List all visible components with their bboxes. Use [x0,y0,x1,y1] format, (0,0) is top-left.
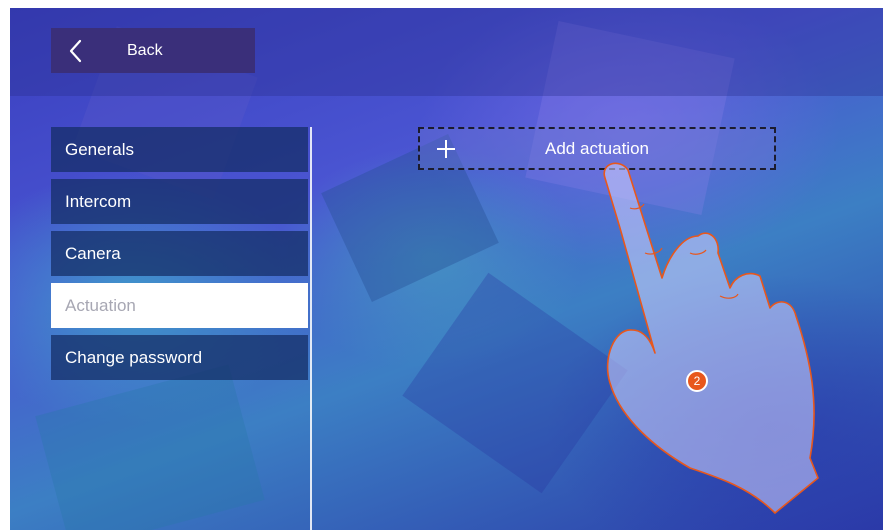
menu-item-label: Canera [65,243,121,263]
settings-menu: Generals Intercom Canera Actuation Chang… [51,127,308,387]
menu-item-label: Intercom [65,191,132,211]
plus-icon [434,137,458,161]
menu-item-intercom[interactable]: Intercom [51,179,308,224]
screen: Back Generals Intercom Canera Actuation … [10,8,883,530]
background-shape [35,364,265,530]
menu-item-label: Actuation [65,295,136,315]
add-actuation-label: Add actuation [545,138,649,158]
menu-item-label: Change password [65,347,203,367]
pointing-hand-icon [603,162,819,514]
menu-item-label: Generals [65,139,134,159]
menu-item-change-password[interactable]: Change password [51,335,308,380]
back-button[interactable]: Back [51,28,255,73]
menu-item-generals[interactable]: Generals [51,127,308,172]
vertical-divider [310,127,312,530]
chevron-left-icon [65,36,87,66]
back-label: Back [127,41,163,59]
step-number-badge: 2 [686,370,708,392]
menu-item-actuation[interactable]: Actuation [51,283,308,328]
menu-item-camera[interactable]: Canera [51,231,308,276]
